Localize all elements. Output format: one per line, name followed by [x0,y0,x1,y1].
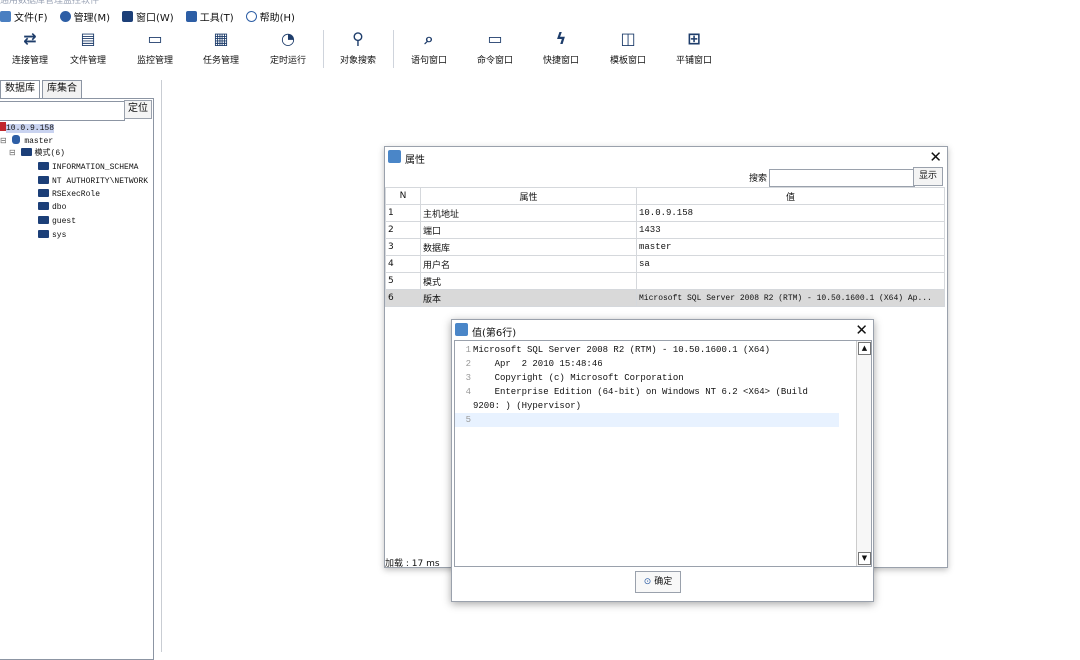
close-icon[interactable]: ✕ [929,148,942,166]
search-object-icon: ⚲ [352,29,364,48]
connection-manager-button[interactable]: ⇄ 连接管理 [0,26,60,72]
tree-node-database[interactable]: ⊟ master [0,135,53,147]
editor-line: 4 Enterprise Edition (64-bit) on Windows… [465,387,808,397]
panel-splitter[interactable] [161,80,162,652]
dialog-titlebar[interactable]: 属性 ✕ [385,147,947,167]
database-icon [11,135,20,144]
gear-icon [59,10,71,22]
monitor-icon: ▭ [147,29,163,48]
collapse-icon: ⊟ [0,137,7,146]
editor-line: 2 Apr 2 2010 15:48:46 [465,359,603,369]
statement-window-button[interactable]: ⌕ 语句窗口 [399,26,459,72]
menu-bar: 文件(F) 管理(M) 窗口(W) 工具(T) 帮助(H) [0,6,1080,26]
window-icon [122,10,133,22]
app-icon [455,323,468,336]
ok-button[interactable]: ⊙ 确定 [635,571,681,593]
table-row[interactable]: 5 模式 [385,272,945,290]
editor-current-line: 5 [455,413,839,427]
column-header[interactable]: N [385,187,421,205]
dialog-title: 属性 [405,155,425,166]
editor-line: 3 Copyright (c) Microsoft Corporation [465,373,684,383]
lightning-icon: ϟ [555,29,567,48]
close-icon[interactable]: ✕ [855,321,868,339]
file-icon [0,10,11,22]
tab-database[interactable]: 数据库 [0,80,40,98]
command-window-button[interactable]: ▭ 命令窗口 [465,26,525,72]
tile-window-button[interactable]: ⊞ 平铺窗口 [664,26,724,72]
show-button[interactable]: 显示 [913,167,943,186]
tree-node-schema[interactable]: NT AUTHORITY\NETWORK [38,176,148,188]
table-row[interactable]: 2 端口 1433 [385,221,945,239]
tree-node-schema[interactable]: dbo [38,202,66,214]
object-search-button[interactable]: ⚲ 对象搜索 [328,26,388,72]
tree-node-schema-group[interactable]: ⊟ 模式(6) [9,148,65,160]
folder-icon [38,189,49,197]
folder-icon [20,148,32,156]
tree-node-schema[interactable]: guest [38,216,76,228]
vertical-scrollbar[interactable]: ▲ ▼ [856,341,871,566]
check-circle-icon: ⊙ [643,577,652,587]
table-row[interactable]: 4 用户名 sa [385,255,945,273]
columns-icon: ◫ [620,29,636,48]
terminal-icon: ▭ [487,29,503,48]
help-icon [245,10,257,22]
search-input[interactable] [769,169,915,187]
editor-line: 9200: ) (Hypervisor) [473,401,582,411]
locate-button[interactable]: 定位 [124,100,152,119]
menu-help[interactable]: 帮助(H) [245,9,295,24]
table-row[interactable]: 1 主机地址 10.0.9.158 [385,204,945,222]
scroll-up-icon[interactable]: ▲ [858,342,871,355]
toolbar: ⇄ 连接管理 ▤ 文件管理 ▭ 监控管理 ▦ 任务管理 ◔ 定时运行 ⚲ 对象搜索 ⌕ 语句窗… [0,26,1080,72]
clock-icon: ◔ [281,29,295,48]
value-editor[interactable]: 1 Microsoft SQL Server 2008 R2 (RTM) - 10… [454,340,872,567]
toolbar-separator [393,30,394,68]
scroll-down-icon[interactable]: ▼ [858,552,871,565]
tree-node-schema[interactable]: sys [38,230,66,242]
menu-tools[interactable]: 工具(T) [185,9,234,24]
left-tabs: 数据库 库集合 [0,80,84,98]
task-manager-button[interactable]: ▦ 任务管理 [191,26,251,72]
locate-input[interactable] [0,101,125,121]
shortcut-window-button[interactable]: ϟ 快捷窗口 [531,26,591,72]
load-status: 加载 : 17 ms [385,559,440,569]
column-header[interactable]: 属性 [420,187,637,205]
folder-icon [38,230,49,238]
dialog-titlebar[interactable]: 值(第6行) ✕ [452,320,873,340]
template-window-button[interactable]: ◫ 模板窗口 [598,26,658,72]
editor-line: 1 Microsoft SQL Server 2008 R2 (RTM) - 10… [465,345,771,355]
grid-icon: ⊞ [687,29,701,48]
menu-window[interactable]: 窗口(W) [122,9,174,24]
table-row[interactable]: 3 数据库 master [385,238,945,256]
file-manager-button[interactable]: ▤ 文件管理 [58,26,118,72]
column-header[interactable]: 值 [636,187,945,205]
tools-icon [185,10,197,22]
tree-node-server[interactable]: 10.0.9.158 [0,122,55,134]
value-dialog: 值(第6行) ✕ 1 Microsoft SQL Server 2008 R2 (… [451,319,874,602]
properties-table: N 属性 值 1 主机地址 10.0.9.158 2 端口 1433 3 数据库 maste… [385,187,945,307]
monitor-manager-button[interactable]: ▭ 监控管理 [125,26,185,72]
folder-icon [38,216,49,224]
folder-icon [38,162,49,170]
magnifier-icon: ⌕ [424,29,434,48]
tab-db-collection[interactable]: 库集合 [42,80,82,98]
refresh-icon: ⇄ [23,29,37,48]
menu-file[interactable]: 文件(F) [0,9,48,24]
table-row-selected[interactable]: 6 版本 Microsoft SQL Server 2008 R2 (RTM) - … [385,289,945,307]
menu-manage[interactable]: 管理(M) [59,9,110,24]
toolbar-separator [323,30,324,68]
calendar-icon: ▦ [213,29,229,48]
folder-icon [38,176,49,184]
collapse-icon: ⊟ [9,149,16,158]
search-label: 搜索 [749,174,768,184]
tree-node-schema[interactable]: INFORMATION_SCHEMA [38,162,138,174]
folder-icon [38,202,49,210]
tree-node-schema[interactable]: RSExecRole [38,189,100,201]
scheduled-run-button[interactable]: ◔ 定时运行 [258,26,318,72]
document-icon: ▤ [80,29,96,48]
app-icon [388,150,401,163]
dialog-title: 值(第6行) [472,328,517,339]
